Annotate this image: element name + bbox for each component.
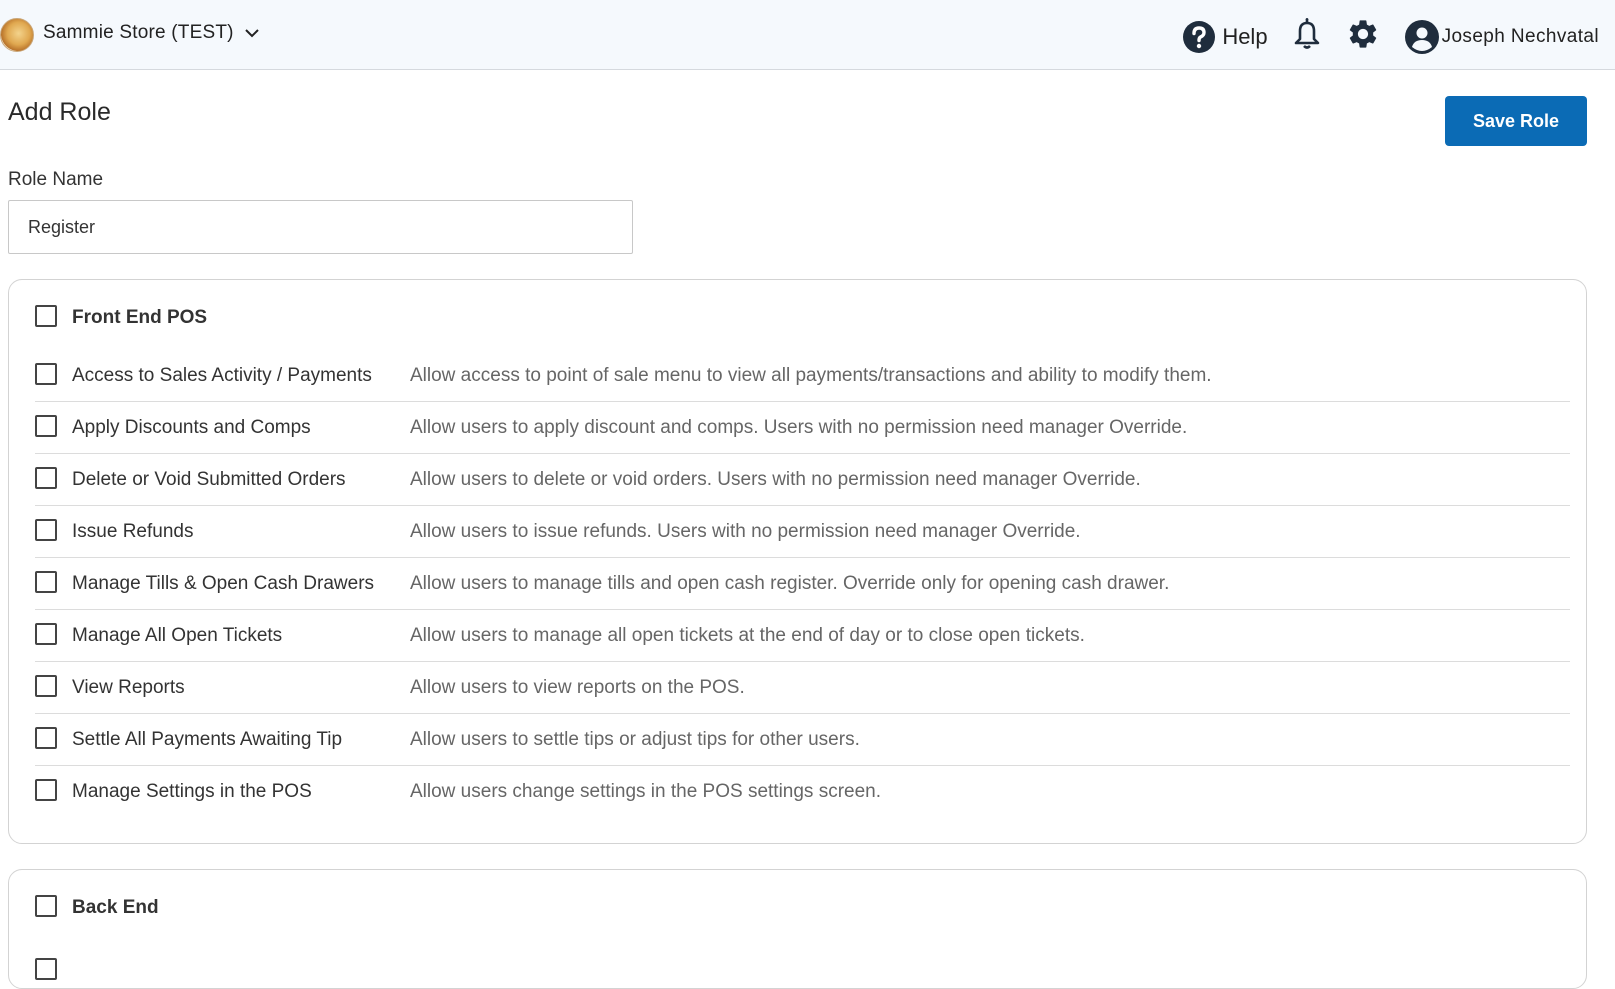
permission-name: Settle All Payments Awaiting Tip [72,728,343,750]
permission-name: Access to Sales Activity / Payments [72,364,372,386]
page-title: Add Role [8,98,111,126]
permission-description: Allow users to delete or void orders. Us… [410,468,1141,490]
permission-checkbox[interactable] [35,362,57,385]
permission-description: Allow users to settle tips or adjust tip… [410,728,860,750]
notifications-button[interactable] [1292,17,1322,56]
permission-checkbox[interactable] [35,958,57,980]
permission-name: Manage Tills & Open Cash Drawers [72,572,375,594]
permission-name: Manage Settings in the POS [72,781,312,802]
role-name-label: Role Name [8,169,104,190]
role-name-input[interactable] [8,200,633,254]
permission-row: Issue Refunds Allow users to issue refun… [35,506,1570,558]
store-logo [0,18,34,52]
section-title: Front End POS [72,307,208,328]
permission-list: Access to Sales Activity / Payments Allo… [35,350,1570,818]
permission-row: Apply Discounts and Comps Allow users to… [35,402,1570,454]
front-end-pos-section: Front End POS Access to Sales Activity /… [8,279,1587,844]
permission-row: Access to Sales Activity / Payments Allo… [35,350,1570,402]
permission-name: Manage All Open Tickets [72,624,283,646]
permission-description: Allow users to view reports on the POS. [410,676,745,698]
permission-description: Allow users change settings in the POS s… [410,781,882,802]
help-icon [1183,20,1216,53]
help-button[interactable]: Help [1182,20,1268,54]
permission-description: Allow users to manage tills and open cas… [410,572,1170,594]
permission-name: Delete or Void Submitted Orders [72,468,346,490]
permission-row: Manage Tills & Open Cash Drawers Allow u… [35,558,1570,610]
gear-icon [1349,20,1376,48]
save-role-button[interactable]: Save Role [1445,96,1587,146]
chevron-down-icon [244,29,259,38]
section-title: Back End [72,897,159,918]
back-end-section: Back End [8,869,1587,989]
permission-checkbox[interactable] [35,726,57,749]
store-name: Sammie Store (TEST) [43,22,234,43]
permission-name: Issue Refunds [72,520,194,542]
permission-row: Settle All Payments Awaiting Tip Allow u… [35,714,1570,766]
permission-checkbox[interactable] [35,570,57,593]
bell-icon [1294,17,1319,49]
section-header: Front End POS [35,305,208,328]
permission-checkbox[interactable] [35,414,57,437]
permission-description: Allow users to apply discount and comps.… [410,416,1188,438]
permission-description: Allow access to point of sale menu to vi… [410,364,1212,386]
permission-name: Apply Discounts and Comps [72,416,311,438]
permission-row: Delete or Void Submitted Orders Allow us… [35,454,1570,506]
permission-description: Allow users to issue refunds. Users with… [410,520,1081,542]
user-menu[interactable]: Joseph Nechvatal [1404,19,1599,55]
user-name: Joseph Nechvatal [1441,25,1599,47]
permission-checkbox[interactable] [35,674,57,697]
permission-checkbox[interactable] [35,779,57,801]
section-header: Back End [35,895,159,918]
top-bar: Sammie Store (TEST) Help Joseph Nechvata… [0,0,1615,70]
help-label: Help [1222,23,1268,49]
header-actions: Help Joseph Nechvatal [1182,17,1599,56]
permission-row: Manage All Open Tickets Allow users to m… [35,610,1570,662]
permission-checkbox[interactable] [35,622,57,645]
permission-row: View Reports Allow users to view reports… [35,662,1570,714]
permission-description: Allow users to manage all open tickets a… [410,624,1085,646]
permission-checkbox[interactable] [35,466,57,489]
store-selector[interactable]: Sammie Store (TEST) [43,22,260,44]
user-avatar-icon [1404,19,1439,54]
section-select-all-checkbox[interactable] [35,305,57,327]
permission-checkbox[interactable] [35,518,57,541]
permission-name: View Reports [72,676,185,698]
permission-row: Manage Settings in the POS Allow users c… [35,766,1570,818]
settings-button[interactable] [1346,17,1380,56]
section-select-all-checkbox[interactable] [35,895,57,917]
